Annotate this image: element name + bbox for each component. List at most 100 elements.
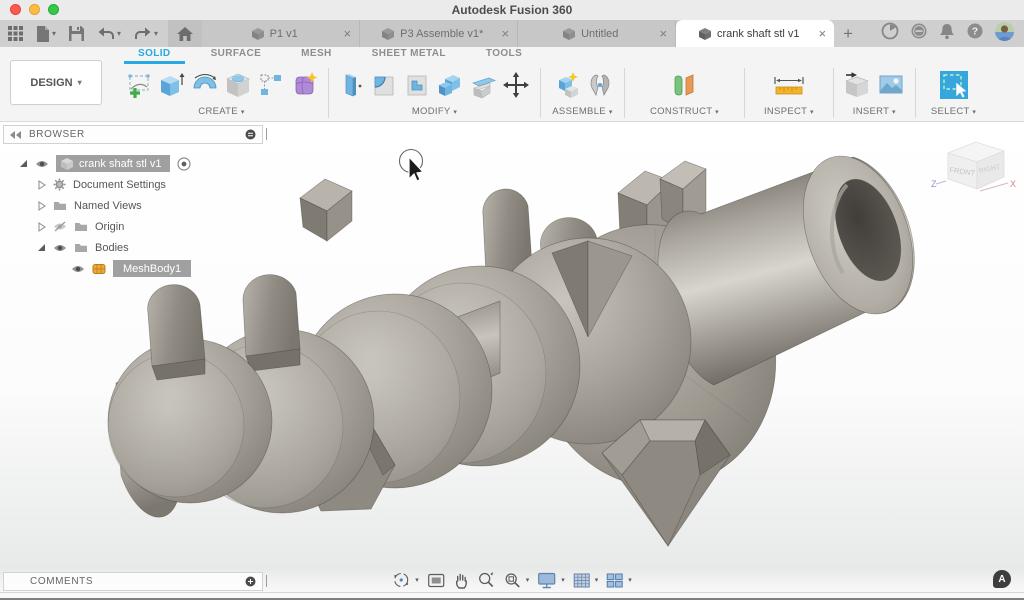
orbit-menu-caret[interactable]: ▾: [415, 576, 419, 584]
visibility-eye-icon[interactable]: [53, 243, 67, 253]
workspace-selector[interactable]: DESIGN ▾: [10, 60, 102, 105]
visibility-eye-icon[interactable]: [71, 264, 85, 274]
display-settings-icon[interactable]: [537, 572, 556, 589]
panel-menu-icon[interactable]: [245, 129, 256, 140]
close-tab-icon[interactable]: ×: [659, 27, 667, 40]
create-sketch-icon[interactable]: [125, 71, 153, 99]
doc-tab-p1[interactable]: P1 v1 ×: [202, 20, 360, 47]
select-icon[interactable]: [939, 70, 969, 100]
display-settings-caret[interactable]: ▾: [561, 576, 565, 584]
visibility-eye-icon[interactable]: [35, 159, 49, 169]
tree-item-selected[interactable]: MeshBody1: [113, 260, 191, 277]
close-tab-icon[interactable]: ×: [818, 27, 826, 40]
collapsed-triangle-icon[interactable]: [37, 222, 46, 232]
new-component-icon[interactable]: [551, 71, 581, 99]
doc-tab-p3-assemble[interactable]: P3 Assemble v1* ×: [360, 20, 518, 47]
viewports-caret[interactable]: ▾: [628, 576, 632, 584]
file-menu-icon[interactable]: ▾: [36, 26, 56, 42]
shell-icon[interactable]: [403, 71, 431, 99]
tab-solid[interactable]: SOLID: [124, 48, 185, 64]
collapsed-triangle-icon[interactable]: [37, 201, 46, 211]
pan-icon[interactable]: [453, 572, 469, 589]
fillet-icon[interactable]: [370, 71, 398, 99]
collapsed-triangle-icon[interactable]: [37, 180, 46, 190]
construct-plane-icon[interactable]: [671, 71, 697, 99]
joint-icon[interactable]: [586, 71, 614, 99]
tree-item-label: Bodies: [95, 242, 129, 254]
panel-menu-icon[interactable]: [245, 576, 256, 587]
revolve-icon[interactable]: [191, 71, 219, 99]
new-tab-button[interactable]: +: [834, 20, 862, 47]
browser-resize-handle[interactable]: [266, 128, 267, 140]
tab-tools[interactable]: TOOLS: [472, 48, 536, 64]
look-at-icon[interactable]: [427, 573, 445, 588]
extensions-icon[interactable]: [881, 22, 899, 45]
viewports-icon[interactable]: [606, 573, 623, 588]
pattern-icon[interactable]: [257, 71, 285, 99]
data-home-button[interactable]: [168, 20, 202, 47]
group-label-modify[interactable]: MODIFY ▾: [412, 106, 457, 117]
fit-icon[interactable]: [503, 571, 521, 589]
minimize-window-button[interactable]: [29, 4, 40, 15]
canvas-icon[interactable]: [877, 71, 905, 99]
group-label-insert[interactable]: INSERT ▾: [853, 106, 896, 117]
comments-resize-handle[interactable]: [266, 575, 267, 587]
save-icon[interactable]: [69, 26, 84, 41]
tree-item-selected[interactable]: crank shaft stl v1: [56, 155, 170, 172]
move-icon[interactable]: [502, 71, 530, 99]
orbit-icon[interactable]: [392, 571, 410, 589]
measure-icon[interactable]: [772, 71, 806, 99]
tree-item-label: Origin: [95, 221, 124, 233]
viewport-canvas[interactable]: FRONT RIGHT Z X BROWSER crank shaft stl …: [0, 123, 1024, 598]
tab-sheet-metal[interactable]: SHEET METAL: [358, 48, 460, 64]
zoom-window-button[interactable]: [48, 4, 59, 15]
undo-icon[interactable]: ▾: [97, 27, 121, 41]
zoom-icon[interactable]: [477, 571, 495, 589]
fit-menu-caret[interactable]: ▾: [526, 576, 530, 584]
view-cube[interactable]: FRONT RIGHT Z X: [926, 131, 1018, 207]
tree-item-meshbody[interactable]: MeshBody1: [3, 258, 263, 279]
tree-item-root[interactable]: crank shaft stl v1: [3, 153, 263, 174]
tree-item-bodies[interactable]: Bodies: [3, 237, 263, 258]
combine-icon[interactable]: [436, 71, 464, 99]
job-status-icon[interactable]: [910, 22, 928, 45]
notifications-bell-icon[interactable]: [939, 23, 955, 45]
group-label-create[interactable]: CREATE ▾: [198, 106, 244, 117]
tree-item-origin[interactable]: Origin: [3, 216, 263, 237]
group-label-construct[interactable]: CONSTRUCT ▾: [650, 106, 719, 117]
press-pull-icon[interactable]: [339, 71, 365, 99]
app-grid-icon[interactable]: [8, 26, 23, 41]
tab-mesh[interactable]: MESH: [287, 48, 346, 64]
expand-triangle-icon[interactable]: [19, 159, 28, 168]
activate-component-radio[interactable]: [177, 157, 191, 171]
group-label-assemble[interactable]: ASSEMBLE ▾: [552, 106, 612, 117]
browser-header[interactable]: BROWSER: [3, 125, 263, 144]
assistant-badge[interactable]: A: [993, 570, 1011, 588]
comments-header[interactable]: COMMENTS: [3, 572, 263, 591]
hole-icon[interactable]: [224, 71, 252, 99]
doc-tab-crank-shaft[interactable]: crank shaft stl v1 ×: [676, 20, 834, 47]
redo-icon[interactable]: ▾: [134, 27, 158, 41]
grid-settings-caret[interactable]: ▾: [595, 576, 599, 584]
insert-mesh-icon[interactable]: [844, 71, 872, 99]
expand-triangle-icon[interactable]: [37, 243, 46, 252]
create-form-icon[interactable]: [290, 71, 318, 99]
close-tab-icon[interactable]: ×: [343, 27, 351, 40]
close-tab-icon[interactable]: ×: [501, 27, 509, 40]
visibility-off-eye-icon[interactable]: [53, 221, 67, 232]
tree-item-label: Document Settings: [73, 179, 166, 191]
orbit-cursor: [396, 145, 436, 189]
collapse-panel-icon[interactable]: [10, 131, 22, 139]
tab-surface[interactable]: SURFACE: [197, 48, 276, 64]
close-window-button[interactable]: [10, 4, 21, 15]
doc-tab-untitled[interactable]: Untitled ×: [518, 20, 676, 47]
profile-avatar[interactable]: [995, 22, 1014, 46]
help-icon[interactable]: ?: [966, 22, 984, 45]
group-label-select[interactable]: SELECT ▾: [931, 106, 976, 117]
extrude-icon[interactable]: [158, 71, 186, 99]
tree-item-document-settings[interactable]: Document Settings: [3, 174, 263, 195]
split-body-icon[interactable]: [469, 71, 497, 99]
group-label-inspect[interactable]: INSPECT ▾: [764, 106, 814, 117]
grid-settings-icon[interactable]: [573, 573, 590, 588]
tree-item-named-views[interactable]: Named Views: [3, 195, 263, 216]
